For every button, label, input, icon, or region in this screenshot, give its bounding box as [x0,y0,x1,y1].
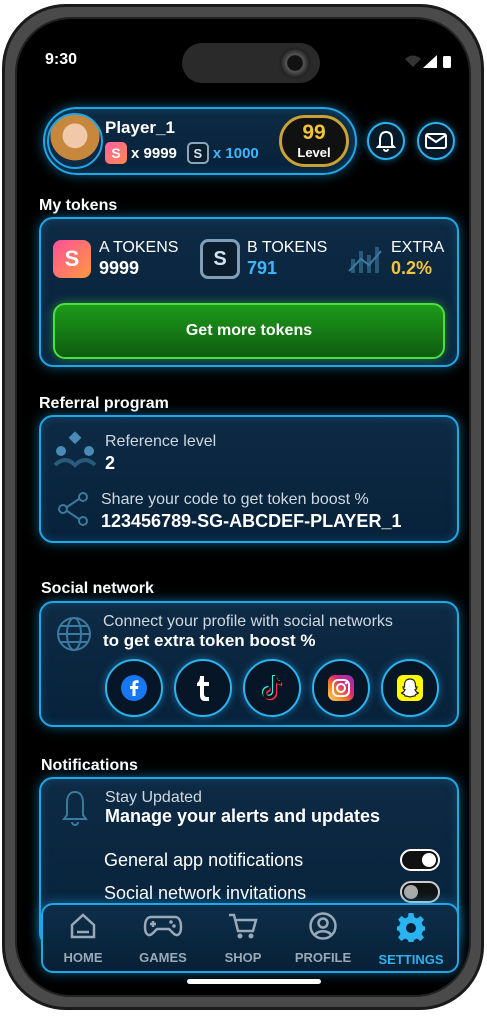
gamepad-icon [143,915,183,937]
a-tokens-label: A TOKENS [99,239,179,256]
referral-title: Referral program [39,395,169,412]
wifi-icon [405,55,421,67]
home-icon [70,913,96,939]
nav-home[interactable]: HOME [43,911,123,965]
status-icons [405,55,451,68]
signal-icon [423,55,437,68]
facebook-button[interactable] [105,659,163,717]
nav-games[interactable]: GAMES [123,911,203,965]
cart-icon [229,913,258,939]
tumblr-button[interactable] [174,659,232,717]
b-tokens-label: B TOKENS [247,239,328,256]
globe-icon [57,617,91,651]
chart-icon [348,247,382,273]
notifications-line2: Manage your alerts and updates [105,806,381,826]
nav-profile-label: PROFILE [294,950,352,965]
reference-level-icon [53,431,97,468]
notifications-line1: Stay Updated [105,789,202,806]
nav-settings[interactable]: SETTINGS [371,911,451,967]
snapchat-button[interactable] [381,659,439,717]
camera-icon [278,46,312,80]
general-notifications-label: General app notifications [104,850,304,870]
nav-games-label: GAMES [139,950,187,965]
general-notifications-toggle[interactable] [400,849,440,871]
profile-b-tokens: x 1000 [212,144,259,162]
reference-level-value: 2 [105,453,116,473]
gear-icon [397,913,425,942]
extra-value: 0.2% [391,258,433,278]
tiktok-button[interactable] [243,659,301,717]
b-token-large-icon: S [200,239,240,279]
extra-label: EXTRA [391,239,445,256]
a-tokens-value: 9999 [99,258,140,278]
home-indicator[interactable] [187,979,321,984]
profile-token-row: S x 9999 S x 1000 [105,142,259,164]
bell-icon [376,130,396,152]
reference-level-label: Reference level [105,433,217,450]
tumblr-icon [197,676,209,701]
phone-frame: 9:30 Player_1 S x 9999 S x 1000 99 Level [2,4,484,1010]
share-code-label: Share your code to get token boost % [101,491,369,508]
social-invitations-toggle[interactable] [400,881,440,903]
nav-shop[interactable]: SHOP [203,911,283,965]
toggle-knob [404,885,418,899]
level-value: 99 [302,121,326,144]
tiktok-icon [262,675,283,701]
referral-code[interactable]: 123456789-SG-ABCDEF-PLAYER_1 [101,511,401,532]
bell-outline-icon [62,790,88,826]
snapchat-icon [397,675,423,701]
nav-settings-label: SETTINGS [378,952,444,967]
mail-icon [425,133,447,149]
my-tokens-title: My tokens [39,197,118,214]
nav-home-label: HOME [63,950,103,965]
user-icon [309,912,337,940]
level-badge[interactable]: 99 Level [279,115,349,167]
a-token-icon: S [105,142,127,164]
social-line1: Connect your profile with social network… [103,613,393,630]
status-time: 9:30 [45,51,78,68]
social-invitations-label: Social network invitations [104,883,307,903]
get-more-tokens-button[interactable]: Get more tokens [53,303,445,359]
instagram-button[interactable] [312,659,370,717]
instagram-icon [328,675,354,701]
notifications-title: Notifications [41,757,138,774]
a-token-large-icon: S [53,240,91,278]
b-token-icon: S [186,142,209,164]
nav-profile[interactable]: PROFILE [283,911,363,965]
facebook-icon [121,675,147,701]
messages-button[interactable] [417,122,455,160]
share-icon[interactable] [57,491,91,527]
player-name: Player_1 [105,118,175,137]
profile-a-tokens: x 9999 [131,144,177,162]
level-label: Level [297,145,331,160]
b-tokens-value: 791 [247,258,278,278]
avatar[interactable] [47,113,103,169]
battery-icon [443,56,451,68]
nav-shop-label: SHOP [224,950,262,965]
toggle-knob [422,853,436,867]
screen: 9:30 Player_1 S x 9999 S x 1000 99 Level [15,17,471,997]
social-line2: to get extra token boost % [103,631,316,650]
social-title: Social network [41,580,154,597]
bottom-nav: HOME GAMES SHOP PROFILE SETTINGS [41,903,459,973]
notifications-button[interactable] [367,122,405,160]
